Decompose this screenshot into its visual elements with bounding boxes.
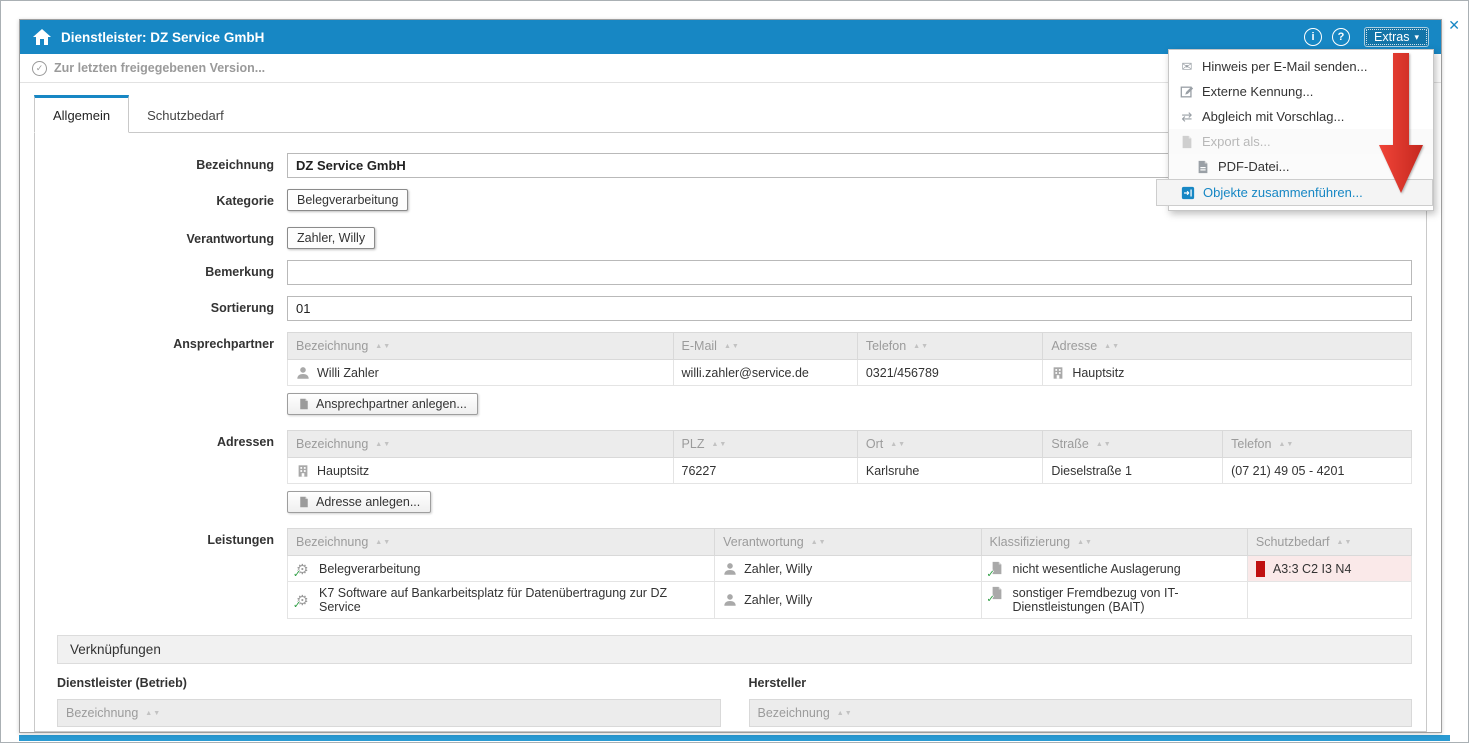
page-background: Dienstleister: DZ Service GmbH i ? Extra…: [0, 0, 1469, 743]
column-header-bezeichnung[interactable]: Bezeichnung: [288, 333, 674, 360]
check-circle-icon: ✓: [32, 61, 47, 76]
verantwortung-chip[interactable]: Zahler, Willy: [287, 227, 375, 249]
column-header-verantwortung[interactable]: Verantwortung: [715, 529, 981, 556]
extras-button[interactable]: Extras ▾: [1364, 27, 1429, 47]
column-header-adresse[interactable]: Adresse: [1043, 333, 1412, 360]
sort-icon: [913, 343, 929, 350]
person-icon: [723, 562, 737, 576]
building-icon: [1051, 366, 1065, 380]
sort-icon: [1337, 539, 1353, 546]
schutzbedarf-value: A3:3 C2 I3 N4: [1273, 562, 1352, 576]
new-document-icon: [298, 496, 310, 508]
page-title: Dienstleister: DZ Service GmbH: [61, 30, 264, 45]
table-row[interactable]: ⚙✓ K7 Software auf Bankarbeitsplatz für …: [288, 582, 1412, 619]
add-ansprechpartner-button[interactable]: Ansprechpartner anlegen...: [287, 393, 478, 415]
column-header-bezeichnung[interactable]: Bezeichnung: [57, 699, 721, 727]
classification-icon: ✓: [990, 561, 1006, 577]
titlebar-actions: i ? Extras ▾: [1294, 27, 1429, 47]
new-document-icon: [298, 398, 310, 410]
service-icon: ⚙✓: [296, 592, 312, 608]
adressen-table: Bezeichnung PLZ Ort Straße Telefon: [287, 430, 1412, 484]
chevron-down-icon: ▾: [1414, 32, 1419, 43]
bezeichnung-label: Bezeichnung: [35, 153, 287, 172]
edit-icon: [1180, 85, 1194, 99]
add-adresse-button[interactable]: Adresse anlegen...: [287, 491, 431, 513]
compare-icon: ⇄: [1180, 110, 1194, 124]
dienstleister-betrieb-column: Dienstleister (Betrieb) Bezeichnung: [57, 676, 721, 727]
extras-label: Extras: [1374, 30, 1409, 44]
export-icon: [1180, 135, 1194, 149]
column-header-bezeichnung[interactable]: Bezeichnung: [288, 431, 674, 458]
betrieb-title: Dienstleister (Betrieb): [57, 676, 721, 690]
sort-icon: [837, 710, 853, 717]
table-row[interactable]: Hauptsitz 76227 Karlsruhe Dieselstraße 1…: [288, 458, 1412, 484]
sort-icon: [890, 441, 906, 448]
leistungen-label: Leistungen: [35, 528, 287, 547]
column-header-plz[interactable]: PLZ: [673, 431, 857, 458]
merge-icon: [1181, 186, 1195, 200]
ansprechpartner-table: Bezeichnung E-Mail Telefon Adresse: [287, 332, 1412, 386]
ansprechpartner-label: Ansprechpartner: [35, 332, 287, 351]
email-icon: ✉: [1180, 60, 1194, 74]
sort-icon: [375, 539, 391, 546]
tab-schutzbedarf[interactable]: Schutzbedarf: [129, 98, 242, 132]
sortierung-input[interactable]: [287, 296, 1412, 321]
hersteller-title: Hersteller: [749, 676, 1413, 690]
column-header-telefon[interactable]: Telefon: [1223, 431, 1412, 458]
sort-icon: [375, 441, 391, 448]
annotation-arrow: [1378, 53, 1424, 195]
bemerkung-label: Bemerkung: [35, 260, 287, 279]
verknuepfungen-header: Verknüpfungen: [57, 635, 1412, 664]
tab-allgemein[interactable]: Allgemein: [34, 95, 129, 133]
kategorie-label: Kategorie: [35, 189, 287, 208]
column-header-ort[interactable]: Ort: [857, 431, 1042, 458]
help-icon: ?: [1338, 31, 1345, 43]
column-header-telefon[interactable]: Telefon: [857, 333, 1042, 360]
schutzbedarf-indicator: [1256, 561, 1265, 577]
dienstleister-icon: [32, 28, 52, 46]
person-icon: [296, 366, 310, 380]
sort-icon: [1077, 539, 1093, 546]
verknuepfungen-section: Verknüpfungen Dienstleister (Betrieb) Be…: [57, 635, 1412, 727]
info-icon: i: [1312, 31, 1315, 43]
sort-icon: [1278, 441, 1294, 448]
sort-icon: [145, 710, 161, 717]
building-icon: [296, 464, 310, 478]
table-row[interactable]: ⚙✓ Belegverarbeitung Zahler, Willy ✓ nic…: [288, 556, 1412, 582]
help-button[interactable]: ?: [1332, 28, 1350, 46]
leistungen-table: Bezeichnung Verantwortung Klassifizierun…: [287, 528, 1412, 619]
column-header-bezeichnung[interactable]: Bezeichnung: [749, 699, 1413, 727]
hersteller-column: Hersteller Bezeichnung: [749, 676, 1413, 727]
column-header-bezeichnung[interactable]: Bezeichnung: [288, 529, 715, 556]
version-link[interactable]: Zur letzten freigegebenen Version...: [54, 61, 265, 75]
tab-panel-allgemein: Bezeichnung Kategorie Belegverarbeitung …: [34, 132, 1427, 732]
sort-icon: [1104, 343, 1120, 350]
bemerkung-input[interactable]: [287, 260, 1412, 285]
verantwortung-label: Verantwortung: [35, 227, 287, 246]
adressen-label: Adressen: [35, 430, 287, 449]
close-icon: ✕: [1448, 17, 1460, 33]
service-icon: ⚙✓: [296, 561, 312, 577]
pdf-icon: [1196, 160, 1210, 174]
person-icon: [723, 593, 737, 607]
table-row[interactable]: Willi Zahler willi.zahler@service.de 032…: [288, 360, 1412, 386]
column-header-email[interactable]: E-Mail: [673, 333, 857, 360]
column-header-strasse[interactable]: Straße: [1043, 431, 1223, 458]
info-button[interactable]: i: [1304, 28, 1322, 46]
close-button[interactable]: ✕: [1448, 17, 1460, 34]
sort-icon: [711, 441, 727, 448]
sort-icon: [724, 343, 740, 350]
sort-icon: [811, 539, 827, 546]
sortierung-label: Sortierung: [35, 296, 287, 315]
sort-icon: [1096, 441, 1112, 448]
column-header-schutzbedarf[interactable]: Schutzbedarf: [1247, 529, 1411, 556]
kategorie-chip[interactable]: Belegverarbeitung: [287, 189, 408, 211]
column-header-klassifizierung[interactable]: Klassifizierung: [981, 529, 1247, 556]
page-footer-strip: [19, 735, 1450, 741]
sort-icon: [375, 343, 391, 350]
classification-icon: ✓: [990, 586, 1006, 602]
